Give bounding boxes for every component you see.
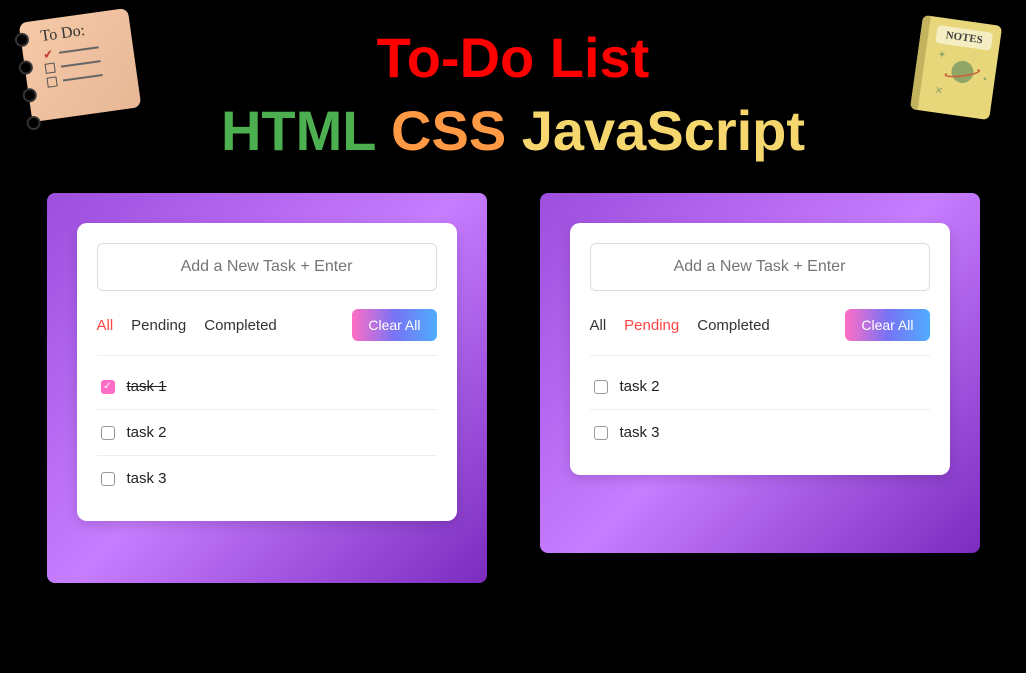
filter-all[interactable]: All (97, 317, 114, 334)
notes-book-icon: NOTES ✦ ✕ • (910, 15, 1002, 120)
task-checkbox[interactable] (101, 426, 115, 440)
task-row: ✓ task 1 (97, 364, 437, 410)
task-label: task 2 (127, 424, 167, 441)
filter-pending[interactable]: Pending (624, 317, 679, 334)
tech-css: CSS (391, 99, 506, 162)
todo-notepad-icon: To Do: ✔ (19, 8, 142, 122)
new-task-input[interactable] (590, 243, 930, 291)
task-checkbox[interactable] (594, 380, 608, 394)
filter-completed[interactable]: Completed (204, 317, 277, 334)
page-title: To-Do List (0, 25, 1026, 90)
filter-completed[interactable]: Completed (697, 317, 770, 334)
new-task-input[interactable] (97, 243, 437, 291)
clear-all-button[interactable]: Clear All (352, 309, 436, 341)
page-subtitle: HTML CSS JavaScript (0, 98, 1026, 163)
task-list: ✓ task 1 task 2 task 3 (97, 364, 437, 501)
task-list: task 2 task 3 (590, 364, 930, 455)
todo-card: All Pending Completed Clear All task 2 t… (570, 223, 950, 475)
todo-card: All Pending Completed Clear All ✓ task 1… (77, 223, 457, 521)
tech-html: HTML (221, 99, 376, 162)
notes-icon-label: NOTES (935, 25, 993, 51)
task-checkbox[interactable] (594, 426, 608, 440)
page-header: To-Do List HTML CSS JavaScript (0, 0, 1026, 163)
todo-panel-pending: All Pending Completed Clear All task 2 t… (540, 193, 980, 553)
task-label: task 3 (127, 470, 167, 487)
task-label: task 1 (127, 378, 167, 395)
tech-js: JavaScript (522, 99, 805, 162)
task-label: task 2 (620, 378, 660, 395)
task-row: task 3 (97, 456, 437, 501)
task-checkbox[interactable]: ✓ (101, 380, 115, 394)
task-row: task 2 (97, 410, 437, 456)
todo-panel-all: All Pending Completed Clear All ✓ task 1… (47, 193, 487, 583)
task-checkbox[interactable] (101, 472, 115, 486)
task-row: task 2 (590, 364, 930, 410)
task-label: task 3 (620, 424, 660, 441)
filter-all[interactable]: All (590, 317, 607, 334)
clear-all-button[interactable]: Clear All (845, 309, 929, 341)
task-row: task 3 (590, 410, 930, 455)
filter-pending[interactable]: Pending (131, 317, 186, 334)
